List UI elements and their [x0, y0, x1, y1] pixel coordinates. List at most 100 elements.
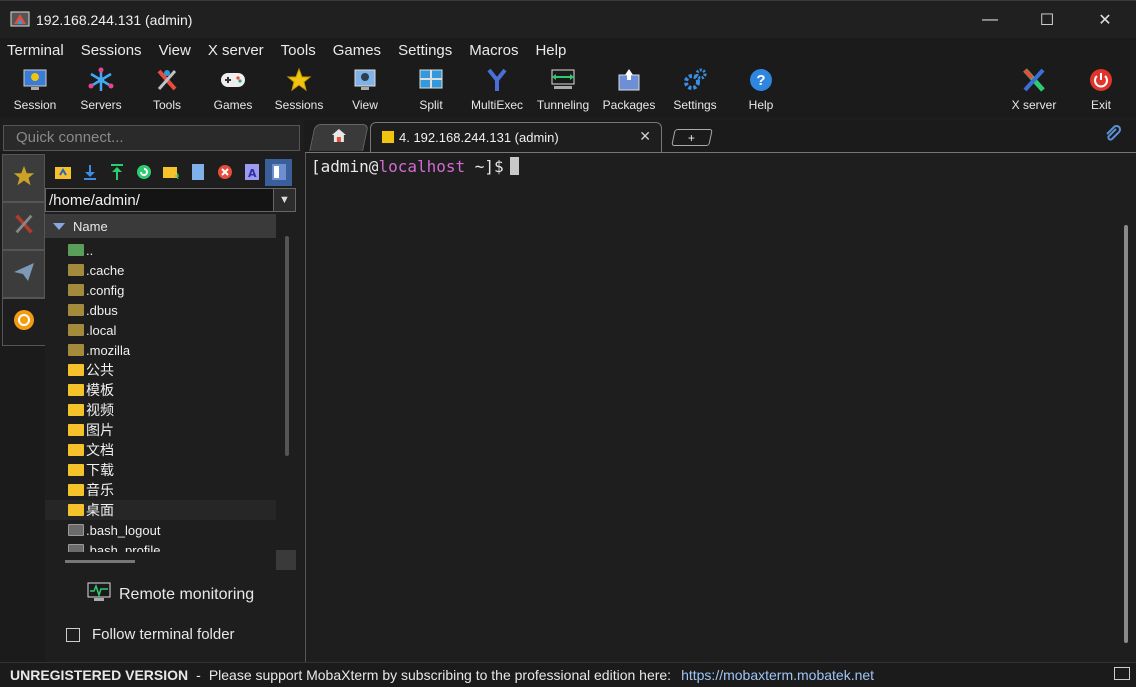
list-item[interactable]: 视频: [45, 400, 276, 420]
remote-monitoring-button[interactable]: Remote monitoring: [87, 582, 254, 607]
tab-home[interactable]: [309, 124, 369, 151]
maximize-button[interactable]: ☐: [1018, 1, 1076, 39]
list-item[interactable]: 下载: [45, 460, 276, 480]
toolbar-multiexec-button[interactable]: MultiExec: [464, 64, 530, 116]
toolbar-help-button[interactable]: ? Help: [728, 64, 794, 116]
tab-session-4-label: 4. 192.168.244.131 (admin): [399, 130, 559, 145]
mobatek-link[interactable]: https://mobaxterm.mobatek.net: [681, 667, 874, 683]
tab-close-icon[interactable]: ✕: [639, 128, 651, 145]
list-item[interactable]: .dbus: [45, 300, 276, 320]
menu-terminal[interactable]: Terminal: [7, 42, 64, 59]
toolbar-servers-button[interactable]: Servers: [68, 64, 134, 116]
quick-connect-input[interactable]: Quick connect...: [3, 125, 300, 151]
toolbar-games-button[interactable]: Games: [200, 64, 266, 116]
upload-icon[interactable]: [103, 159, 130, 186]
toolbar-split-label: Split: [419, 98, 443, 112]
toolbar-packages-button[interactable]: Packages: [596, 64, 662, 116]
folder-icon: [68, 384, 84, 396]
sidebar-tab-sftp[interactable]: [2, 298, 45, 346]
new-tab-button[interactable]: +: [671, 129, 713, 146]
list-item[interactable]: 桌面: [45, 500, 276, 520]
folder-icon: [68, 404, 84, 416]
minimize-button[interactable]: —: [961, 1, 1019, 39]
toolbar-session-button[interactable]: Session: [2, 64, 68, 116]
folder-icon: [68, 344, 84, 356]
list-item[interactable]: .mozilla: [45, 340, 276, 360]
delete-icon[interactable]: [211, 159, 238, 186]
file-list-scrollbar[interactable]: [285, 236, 289, 456]
parent-folder-icon[interactable]: [49, 159, 76, 186]
rename-icon[interactable]: A: [238, 159, 265, 186]
toolbar-tunneling-label: Tunneling: [536, 98, 590, 112]
toolbar-tunneling-button[interactable]: Tunneling: [530, 64, 596, 116]
menu-view[interactable]: View: [159, 42, 191, 59]
list-item[interactable]: 公共: [45, 360, 276, 380]
list-item-name: 下载: [86, 463, 114, 479]
list-item[interactable]: .bash_logout: [45, 520, 276, 540]
terminal-area[interactable]: [admin@localhost ~]$: [305, 152, 1136, 662]
column-header-name[interactable]: Name: [45, 214, 276, 238]
list-item-name: 图片: [86, 423, 114, 439]
menu-games[interactable]: Games: [333, 42, 381, 59]
download-icon[interactable]: [76, 159, 103, 186]
path-input[interactable]: /home/admin/ ▼: [45, 188, 296, 212]
prompt-host: localhost: [378, 157, 466, 176]
close-window-button[interactable]: ✕: [1076, 1, 1134, 39]
menu-settings[interactable]: Settings: [398, 42, 452, 59]
toolbar-exit-button[interactable]: Exit: [1068, 64, 1134, 116]
menu-sessions[interactable]: Sessions: [81, 42, 142, 59]
list-item[interactable]: .local: [45, 320, 276, 340]
toolbar-x-server-button[interactable]: X server: [1001, 64, 1067, 116]
terminal-cursor: [509, 157, 519, 175]
file-list: .. .cache .config .dbus .local .mozilla 公共 模板 视频…: [45, 240, 276, 552]
toolbar-tools-button[interactable]: Tools: [134, 64, 200, 116]
list-item[interactable]: 图片: [45, 420, 276, 440]
menu-bar: Terminal Sessions View X server Tools Ga…: [0, 38, 1136, 62]
sidebar-tab-sessions[interactable]: [2, 154, 45, 202]
list-item[interactable]: 文档: [45, 440, 276, 460]
toolbar-servers-label: Servers: [80, 98, 122, 112]
list-item[interactable]: .bash_profile: [45, 540, 276, 552]
column-header-name-label: Name: [73, 218, 108, 234]
list-item[interactable]: .cache: [45, 260, 276, 280]
menu-macros[interactable]: Macros: [469, 42, 518, 59]
toolbar-view-button[interactable]: View: [332, 64, 398, 116]
toolbar-sessions-button[interactable]: Sessions: [266, 64, 332, 116]
minimize-icon: —: [982, 11, 998, 28]
follow-terminal-folder-checkbox[interactable]: Follow terminal folder: [66, 626, 235, 643]
terminal-scrollbar[interactable]: [1124, 225, 1128, 643]
sidebar-tab-macros[interactable]: [2, 250, 45, 298]
follow-terminal-folder-label: Follow terminal folder: [92, 626, 235, 643]
menu-tools[interactable]: Tools: [281, 42, 316, 59]
permissions-icon[interactable]: [265, 158, 292, 186]
menu-help[interactable]: Help: [535, 42, 566, 59]
new-folder-icon[interactable]: +: [157, 159, 184, 186]
list-item[interactable]: .config: [45, 280, 276, 300]
toolbar-help-label: Help: [748, 98, 774, 112]
menu-x-server[interactable]: X server: [208, 42, 264, 59]
screen-icon[interactable]: [1114, 667, 1130, 680]
chevron-down-icon[interactable]: ▼: [273, 189, 295, 211]
new-file-icon[interactable]: [184, 159, 211, 186]
file-list-hscrollbar[interactable]: [65, 560, 135, 563]
list-item-name: ..: [86, 242, 94, 258]
toolbar-split-button[interactable]: Split: [398, 64, 464, 116]
tab-session-4[interactable]: 4. 192.168.244.131 (admin) ✕: [370, 122, 662, 152]
tunneling-icon: [549, 66, 577, 94]
remote-monitoring-label: Remote monitoring: [119, 585, 255, 603]
multiexec-icon: [483, 66, 511, 94]
toolbar-settings-button[interactable]: Settings: [662, 64, 728, 116]
toolbar-session-label: Session: [13, 98, 57, 112]
list-item[interactable]: 模板: [45, 380, 276, 400]
list-item[interactable]: 音乐: [45, 480, 276, 500]
path-value: /home/admin/: [49, 192, 140, 209]
refresh-icon[interactable]: [130, 159, 157, 186]
paper-plane-icon: [12, 260, 36, 289]
svg-text:+: +: [174, 172, 179, 179]
list-item[interactable]: ..: [45, 240, 276, 260]
sidebar-tab-tools[interactable]: [2, 202, 45, 250]
folder-icon: [68, 264, 84, 276]
paperclip-icon[interactable]: [1104, 124, 1122, 148]
mobaxterm-app-icon: [10, 10, 30, 30]
checkbox-box[interactable]: [66, 627, 80, 642]
